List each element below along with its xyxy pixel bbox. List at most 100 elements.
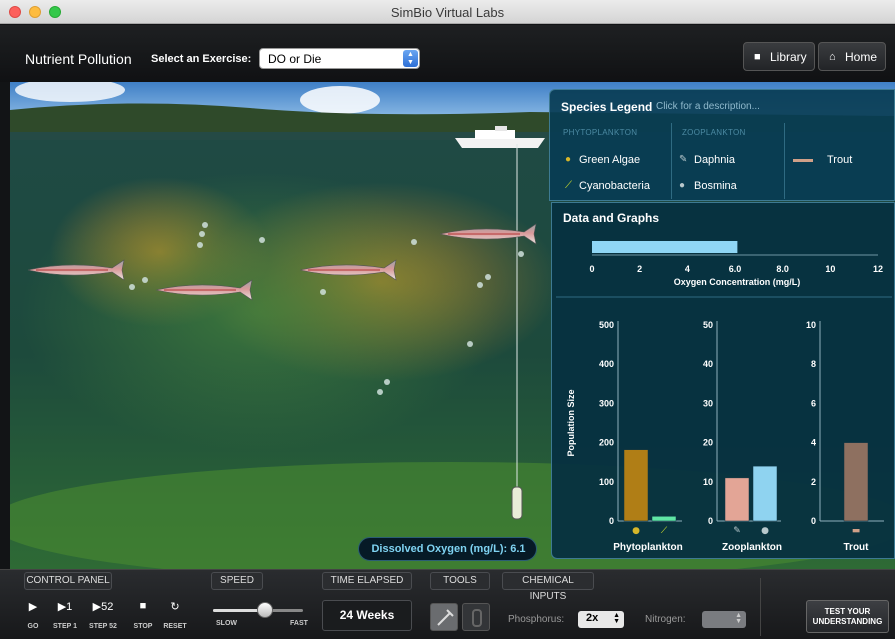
window-title: SimBio Virtual Labs <box>390 5 505 20</box>
tools-tab: TOOLS <box>430 572 490 590</box>
phosphorus-label: Phosphorus: <box>508 614 565 625</box>
population-bar <box>752 465 778 522</box>
exercise-select[interactable]: DO or Die ▲ ▼ <box>259 48 420 69</box>
nitrogen-select[interactable]: ▲ ▼ <box>702 611 746 628</box>
legend-item-bosmina[interactable]: Bosmina <box>694 180 737 192</box>
population-bar-icon: ✎ <box>733 526 741 536</box>
population-tick-label: 20 <box>703 438 713 448</box>
reset-label: RESET <box>163 623 187 630</box>
population-tick-label: 8 <box>811 359 816 369</box>
book-icon: ■ <box>754 51 761 63</box>
legend-item-green-algae[interactable]: Green Algae <box>579 154 640 166</box>
population-tick-label: 50 <box>703 320 713 330</box>
go-button[interactable]: ▶ <box>26 600 40 613</box>
chemical-inputs-tab: CHEMICAL INPUTS <box>502 572 594 602</box>
dissolved-oxygen-text: Dissolved Oxygen (mg/L): 6.1 <box>371 543 526 555</box>
legend-divider <box>784 123 785 199</box>
population-tick-label: 500 <box>599 320 614 330</box>
legend-divider <box>671 123 672 199</box>
reset-button[interactable]: ↻ <box>168 600 182 613</box>
data-and-graphs-panel: Data and Graphs 0 2 4 6.0 8.0 10 12 Oxygen Conc… <box>551 202 895 559</box>
select-arrows-icon: ▲ ▼ <box>403 50 418 67</box>
species-legend[interactable]: Species Legend Click for a description..… <box>549 89 895 201</box>
population-bar <box>843 442 869 522</box>
speed-tab: SPEED <box>211 572 263 590</box>
oxygen-tick-label: 0 <box>589 264 594 274</box>
home-button[interactable]: ⌂ Home <box>818 42 886 71</box>
stop-label: STOP <box>133 623 153 630</box>
population-tick-label: 30 <box>703 398 713 408</box>
select-arrows-icon: ▲ ▼ <box>613 612 620 625</box>
time-elapsed-value: 24 Weeks <box>322 600 412 631</box>
oxygen-tick-label: 2 <box>637 264 642 274</box>
nitrogen-label: Nitrogen: <box>645 614 686 625</box>
population-tick-label: 400 <box>599 359 614 369</box>
population-bar-icon: ● <box>761 526 769 536</box>
oxygen-tick-label: 12 <box>873 264 883 274</box>
reset-icon: ↻ <box>170 601 180 613</box>
play-icon: ▶ <box>28 601 38 613</box>
library-label: Library <box>770 50 807 64</box>
oxygen-tick-label: 10 <box>825 264 835 274</box>
oxygen-tick-label: 6.0 <box>729 264 742 274</box>
population-tick-label: 0 <box>609 516 614 526</box>
dropper-icon <box>437 609 454 626</box>
legend-item-daphnia[interactable]: Daphnia <box>694 154 735 166</box>
stop-icon: ■ <box>139 600 147 612</box>
population-bar <box>651 516 677 522</box>
population-category-label: Phytoplankton <box>613 542 682 553</box>
population-tick-label: 300 <box>599 398 614 408</box>
go-label: GO <box>27 623 39 630</box>
exercise-label: Select an Exercise: <box>151 53 252 65</box>
population-tick-label: 200 <box>599 438 614 448</box>
sampling-tool-button[interactable] <box>430 603 458 631</box>
phytoplankton-heading: PHYTOPLANKTON <box>563 128 638 137</box>
lab-title: Nutrient Pollution <box>25 51 132 67</box>
population-tick-label: 0 <box>708 516 713 526</box>
home-label: Home <box>845 50 878 64</box>
legend-item-trout[interactable]: Trout <box>827 154 852 166</box>
graphs-svg: 0 2 4 6.0 8.0 10 12 Oxygen Concentration (mg/L)… <box>556 241 892 553</box>
population-bar <box>724 477 750 522</box>
oxygen-tick-label: 8.0 <box>776 264 789 274</box>
probe-tool-button[interactable] <box>462 603 490 631</box>
app-header: Nutrient Pollution Select an Exercise: D… <box>0 25 895 82</box>
library-button[interactable]: ■ Library <box>743 42 815 71</box>
step-1-label: STEP 1 <box>53 623 77 630</box>
daphnia-icon: ✎ <box>679 154 688 165</box>
select-arrows-icon: ▲ ▼ <box>735 612 742 625</box>
green-algae-icon: ● <box>565 154 572 165</box>
species-legend-hint: Click for a description... <box>656 101 760 112</box>
step-1-button[interactable]: ▶1 <box>54 600 76 613</box>
oxygen-tick-label: 4 <box>685 264 690 274</box>
step-icon: ▶1 <box>57 601 73 613</box>
step-52-button[interactable]: ▶52 <box>88 600 118 613</box>
toolbar-divider <box>760 578 761 636</box>
population-tick-label: 0 <box>811 516 816 526</box>
slow-label: SLOW <box>216 620 237 627</box>
stop-button[interactable]: ■ <box>136 600 150 612</box>
test-your-understanding-button[interactable]: TEST YOUR UNDERSTANDING <box>806 600 889 633</box>
population-category-label: Zooplankton <box>722 542 782 553</box>
species-legend-title: Species Legend <box>561 100 653 114</box>
time-elapsed-tab: TIME ELAPSED <box>322 572 412 590</box>
population-bar-icon: ⟋ <box>661 526 668 536</box>
population-tick-label: 4 <box>811 438 816 448</box>
app-window: SimBio Virtual Labs Nutrient Pollution S… <box>0 0 895 639</box>
step-52-label: STEP 52 <box>89 623 117 630</box>
oxygen-bar <box>592 241 738 253</box>
phosphorus-select[interactable]: 2x ▲ ▼ <box>578 611 624 628</box>
trout-icon: ▬▬ <box>793 154 813 165</box>
dissolved-oxygen-readout: Dissolved Oxygen (mg/L): 6.1 <box>358 537 537 561</box>
title-bar: SimBio Virtual Labs <box>0 0 895 24</box>
fast-label: FAST <box>290 620 308 627</box>
legend-item-cyanobacteria[interactable]: Cyanobacteria <box>579 180 650 192</box>
bosmina-icon: ● <box>679 180 686 191</box>
speed-slider-knob[interactable] <box>257 602 274 618</box>
zooplankton-heading: ZOOPLANKTON <box>682 128 746 137</box>
population-tick-label: 40 <box>703 359 713 369</box>
cyanobacteria-icon: ⟋ <box>565 180 572 191</box>
population-bar <box>623 449 649 522</box>
population-tick-label: 10 <box>703 477 713 487</box>
oxygen-axis-label: Oxygen Concentration (mg/L) <box>674 277 801 287</box>
